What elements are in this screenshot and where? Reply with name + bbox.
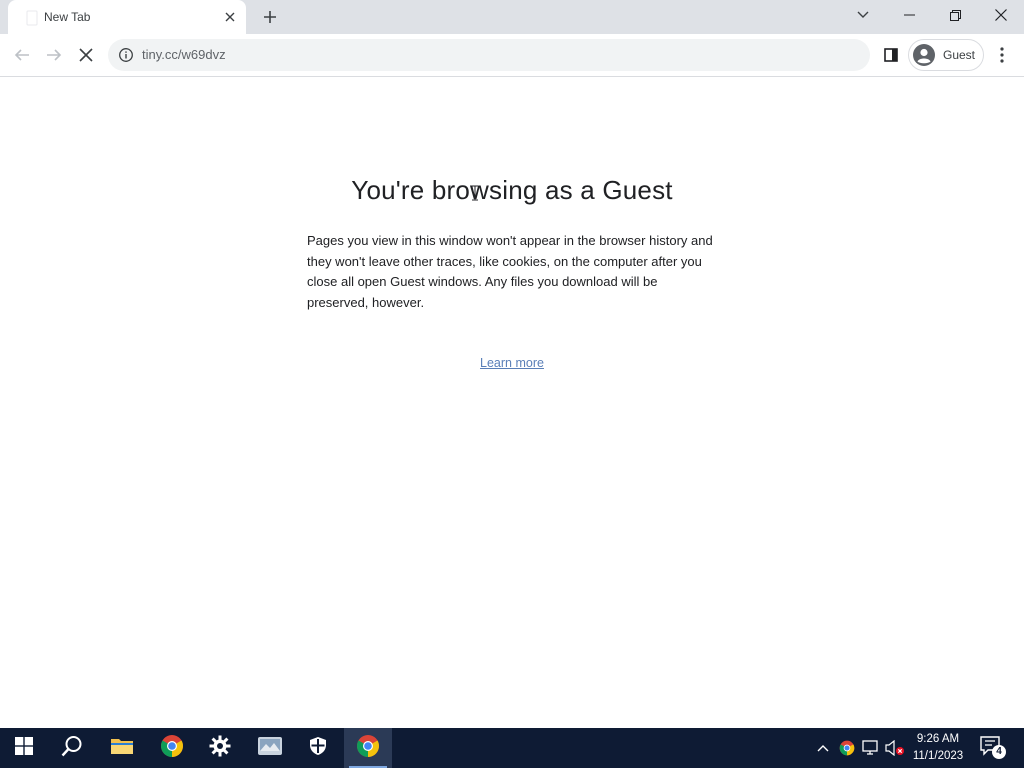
chrome-icon <box>160 734 184 763</box>
address-bar[interactable]: tiny.cc/w69dvz <box>108 39 870 71</box>
system-clock[interactable]: 9:26 AM 11/1/2023 <box>906 731 970 765</box>
forward-button[interactable] <box>40 41 68 69</box>
profile-label: Guest <box>943 48 976 62</box>
taskbar-search-button[interactable] <box>48 728 96 768</box>
taskbar: 9:26 AM 11/1/2023 4 <box>0 728 1024 768</box>
notification-count-badge: 4 <box>992 745 1006 759</box>
profile-button[interactable]: Guest <box>908 39 984 71</box>
clock-date: 11/1/2023 <box>912 750 964 762</box>
guest-description: Pages you view in this window won't appe… <box>307 233 713 310</box>
show-hidden-icons-chevron[interactable] <box>813 738 833 758</box>
url-text[interactable]: tiny.cc/w69dvz <box>142 47 226 62</box>
back-button[interactable] <box>8 41 36 69</box>
taskbar-settings[interactable] <box>196 728 244 768</box>
browser-toolbar: tiny.cc/w69dvz Guest <box>0 34 1024 77</box>
minimize-button[interactable] <box>886 0 932 30</box>
network-icon[interactable] <box>861 738 881 758</box>
tab-search-button[interactable] <box>840 0 886 30</box>
text-cursor-icon <box>472 185 478 201</box>
page-icon <box>24 10 40 26</box>
clock-time: 9:26 AM <box>916 733 960 745</box>
search-icon <box>61 735 83 762</box>
taskbar-file-explorer[interactable] <box>98 728 146 768</box>
settings-gear-icon <box>209 735 231 762</box>
start-button[interactable] <box>0 728 48 768</box>
tab-strip: New Tab <box>0 0 1024 34</box>
more-menu-icon[interactable] <box>992 43 1012 67</box>
learn-more-container: Learn more <box>0 356 1024 370</box>
file-explorer-icon <box>110 736 134 761</box>
guest-avatar-icon <box>913 44 935 66</box>
restore-button[interactable] <box>932 0 978 30</box>
taskbar-security[interactable] <box>294 728 342 768</box>
windows-start-icon <box>15 736 33 760</box>
page-title: You're browsing as a Guest <box>351 175 673 205</box>
site-info-icon[interactable] <box>118 47 134 63</box>
security-shield-icon <box>309 736 327 761</box>
tab-title: New Tab <box>44 10 91 24</box>
chrome-icon <box>356 734 380 763</box>
taskbar-chrome-2-active[interactable] <box>344 728 392 768</box>
taskbar-photo-app[interactable] <box>246 728 294 768</box>
tray-chrome-icon[interactable] <box>837 738 857 758</box>
page-content: You're browsing as a Guest Pages you vie… <box>0 77 1024 728</box>
taskbar-chrome-1[interactable] <box>148 728 196 768</box>
photo-app-icon <box>257 735 283 762</box>
stop-loading-button[interactable] <box>72 41 100 69</box>
close-window-button[interactable] <box>978 0 1024 30</box>
new-tab-button[interactable] <box>258 5 282 29</box>
volume-muted-icon[interactable] <box>885 738 905 758</box>
tab-new-tab[interactable]: New Tab <box>8 0 246 34</box>
close-tab-icon[interactable] <box>222 9 238 25</box>
action-center-button[interactable]: 4 <box>980 736 1006 760</box>
learn-more-link[interactable]: Learn more <box>480 356 544 370</box>
side-panel-icon[interactable] <box>880 44 902 66</box>
